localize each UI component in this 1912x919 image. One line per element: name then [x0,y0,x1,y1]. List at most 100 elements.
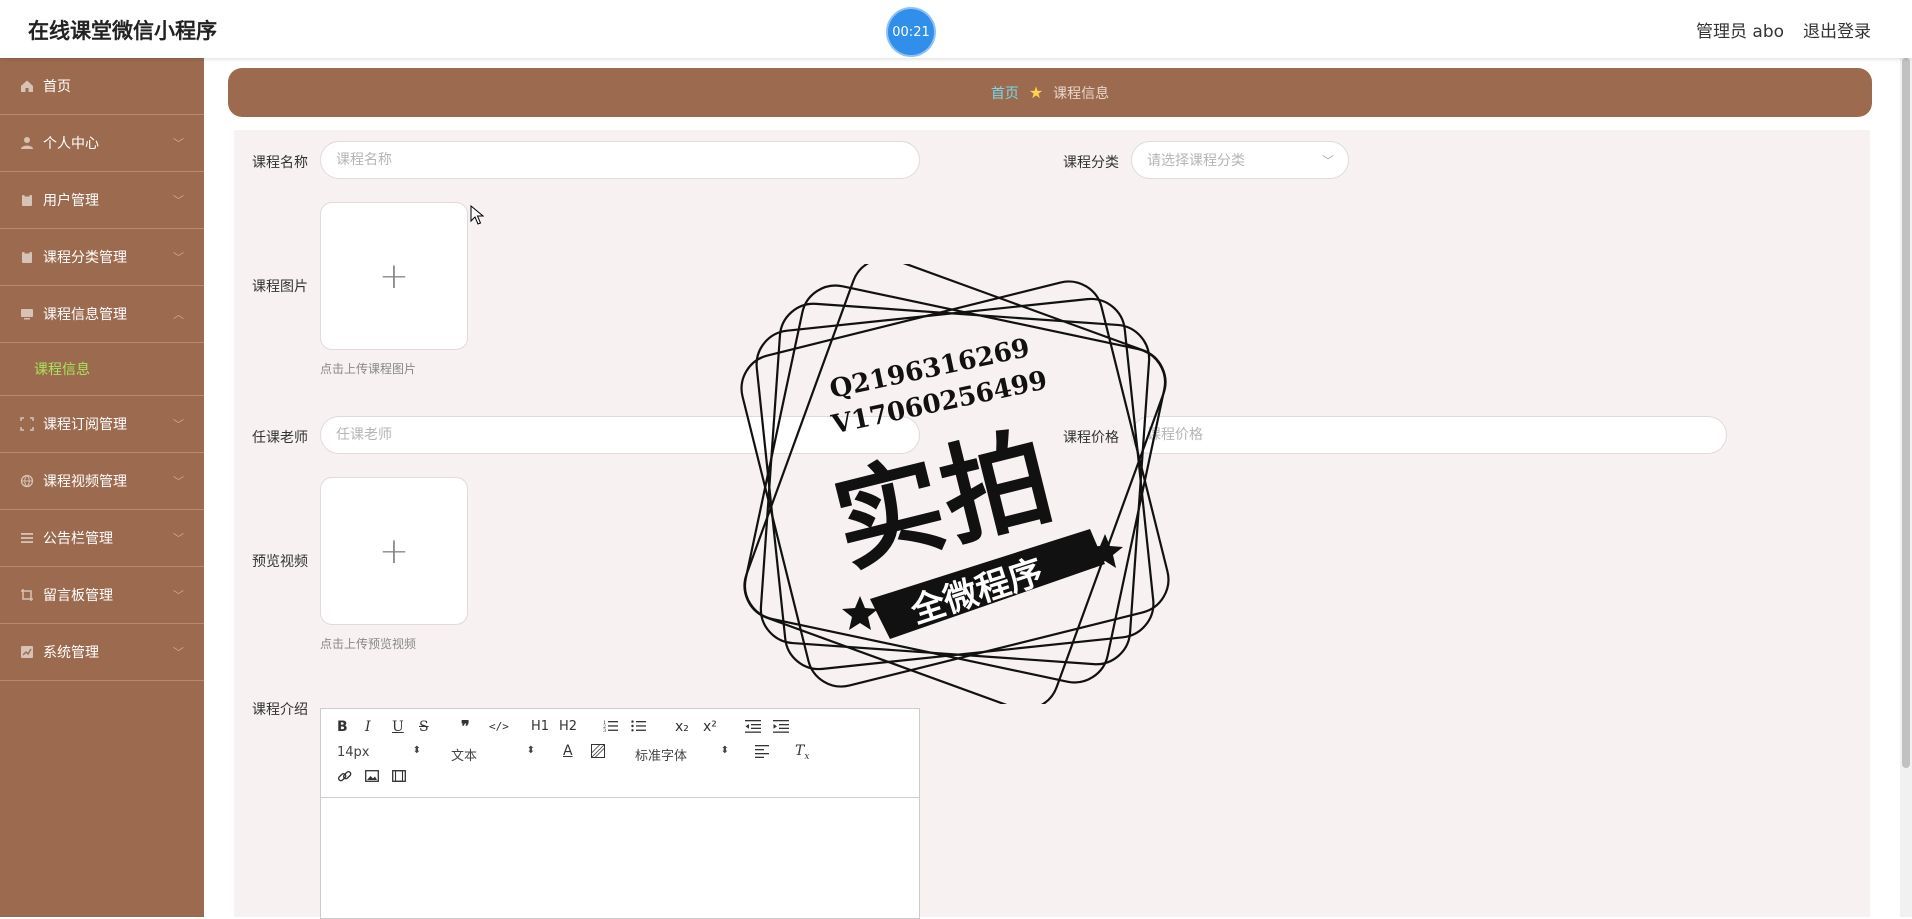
teacher-label: 任课老师 [252,430,308,446]
svg-text:3: 3 [603,728,606,733]
sidebar-item-course-info[interactable]: 课程信息管理 ︿ [0,286,204,343]
sidebar-item-personal[interactable]: 个人中心 ﹀ [0,115,204,172]
chevron-down-icon: ﹀ [173,646,184,659]
paragraph-select[interactable]: 文本 ⬍ [451,745,535,764]
h1-button[interactable]: H1 [531,719,549,734]
sidebar-item-label: 个人中心 [43,136,99,152]
sidebar-item-label: 课程信息管理 [43,307,127,323]
breadcrumb: 首页 ★ 课程信息 [228,68,1872,117]
sidebar-item-users[interactable]: 用户管理 ﹀ [0,172,204,229]
sidebar-item-message-board[interactable]: 留言板管理 ﹀ [0,567,204,624]
subscript-button[interactable]: x₂ [675,719,689,735]
plus-icon: + [378,255,410,297]
font-size-select[interactable]: 14px ⬍ [337,745,421,760]
star-icon: ★ [1028,83,1044,102]
video-icon[interactable] [392,770,406,786]
plus-icon: + [378,530,410,572]
sidebar-item-label: 用户管理 [43,193,99,209]
strike-button[interactable]: S [419,719,429,735]
sidebar-item-notice[interactable]: 公告栏管理 ﹀ [0,510,204,567]
updown-icon: ⬍ [720,745,729,756]
top-bar: 在线课堂微信小程序 00:21 管理员 abo 退出登录 [0,0,1912,58]
main-content: 首页 ★ 课程信息 课程名称 课程分类 请选择课程分类 ﹀ 课程图片 + 点击上… [204,58,1912,919]
price-input[interactable] [1131,416,1727,454]
bold-button[interactable]: B [337,719,348,735]
editor-toolbar: B I U S ❞ </> H1 H2 123 x₂ x² 14px ⬍ 文本 … [321,709,919,798]
sidebar-item-label: 留言板管理 [43,588,113,604]
price-label: 课程价格 [1063,430,1119,446]
paragraph-value: 文本 [451,749,478,764]
timer-badge: 00:21 [888,9,934,55]
sidebar-item-home[interactable]: 首页 [0,58,204,115]
sidebar-item-label: 课程视频管理 [43,474,127,490]
sidebar-subitem-course-info[interactable]: 课程信息 [0,343,204,396]
font-family-value: 标准字体 [635,749,688,764]
sidebar-item-label: 系统管理 [43,645,99,661]
mouse-cursor-icon [470,204,485,229]
underline-button[interactable]: U [392,719,404,735]
user-icon [20,136,34,150]
course-intro-editor[interactable]: B I U S ❞ </> H1 H2 123 x₂ x² 14px ⬍ 文本 … [320,708,920,919]
scrollbar[interactable] [1900,58,1912,917]
course-name-input[interactable] [320,141,920,179]
chevron-down-icon: ﹀ [173,475,184,488]
chevron-down-icon: ﹀ [173,194,184,207]
outdent-icon[interactable] [745,720,761,737]
background-color-icon[interactable] [591,744,605,762]
teacher-input[interactable] [320,416,920,454]
sidebar-item-label: 首页 [43,79,71,95]
chevron-down-icon: ﹀ [173,418,184,431]
link-icon[interactable] [337,769,352,788]
align-icon[interactable] [755,745,769,762]
sidebar-item-system[interactable]: 系统管理 ﹀ [0,624,204,681]
bullet-list-icon[interactable] [631,719,647,737]
chevron-down-icon: ﹀ [173,137,184,150]
clipboard-icon [20,250,34,264]
app-title: 在线课堂微信小程序 [28,19,217,43]
logout-link[interactable]: 退出登录 [1803,17,1871,42]
preview-video-upload[interactable]: + [320,477,468,625]
frame-icon [20,417,34,431]
chart-icon [20,645,34,659]
clipboard-icon [20,193,34,207]
course-image-upload[interactable]: + [320,202,468,350]
font-family-select[interactable]: 标准字体 ⬍ [635,745,729,764]
editor-content[interactable] [321,798,919,918]
clear-format-icon[interactable]: Tx [795,743,809,762]
updown-icon: ⬍ [412,745,421,756]
image-icon[interactable] [365,770,379,786]
sidebar-item-course-category[interactable]: 课程分类管理 ﹀ [0,229,204,286]
italic-button[interactable]: I [365,719,371,735]
scrollbar-thumb[interactable] [1902,58,1910,768]
sidebar-item-video[interactable]: 课程视频管理 ﹀ [0,453,204,510]
sidebar: 首页 个人中心 ﹀ 用户管理 ﹀ 课程分类管理 ﹀ 课程信息管理 ︿ 课程信息 … [0,58,204,917]
font-color-icon[interactable]: A [563,743,573,759]
chevron-down-icon: ﹀ [173,251,184,264]
chevron-down-icon: ﹀ [173,589,184,602]
chevron-down-icon: ﹀ [173,532,184,545]
preview-video-label: 预览视频 [252,554,308,570]
category-select[interactable]: 请选择课程分类 ﹀ [1131,141,1349,179]
code-button[interactable]: </> [489,720,509,733]
indent-icon[interactable] [773,720,789,737]
h2-button[interactable]: H2 [559,719,577,734]
category-label: 课程分类 [1063,155,1119,171]
sidebar-item-label: 课程分类管理 [43,250,127,266]
updown-icon: ⬍ [526,745,535,756]
ordered-list-icon[interactable]: 123 [603,719,619,737]
sidebar-item-subscription[interactable]: 课程订阅管理 ﹀ [0,396,204,453]
blockquote-button[interactable]: ❞ [461,717,470,736]
font-size-value: 14px [337,745,370,760]
breadcrumb-home[interactable]: 首页 [991,83,1019,103]
home-icon [20,79,34,93]
category-placeholder: 请选择课程分类 [1147,153,1245,169]
superscript-button[interactable]: x² [703,719,717,735]
course-image-label: 课程图片 [252,279,308,295]
monitor-icon [20,307,34,321]
h2-label: H2 [559,719,578,734]
preview-video-hint: 点击上传预览视频 [320,637,417,651]
list-icon [20,531,34,545]
globe-icon [20,474,34,488]
current-user: 管理员 abo [1696,22,1785,42]
chevron-down-icon: ﹀ [1321,153,1334,168]
